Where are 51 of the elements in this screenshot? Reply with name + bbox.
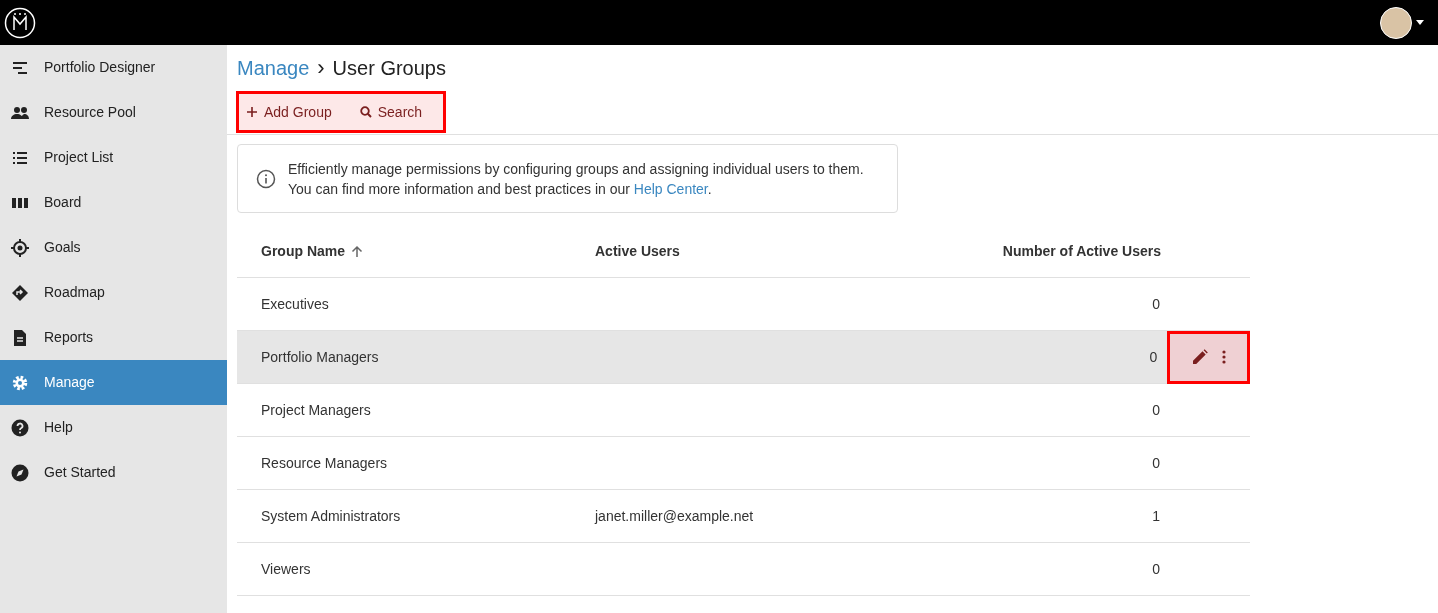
- table-cell-text: 1: [1152, 506, 1160, 526]
- page-title: User Groups: [332, 55, 446, 81]
- breadcrumb-separator: ›: [317, 54, 325, 82]
- search-icon: [359, 106, 372, 118]
- edit-icon[interactable]: [1191, 349, 1208, 365]
- table-row[interactable]: Viewers 0: [237, 543, 1250, 596]
- table-cell: Viewers: [261, 560, 311, 577]
- column-header[interactable]: Group Name: [261, 240, 345, 262]
- table-row[interactable]: Portfolio Managers 0: [237, 331, 1250, 384]
- caret-icon[interactable]: [1416, 20, 1424, 25]
- table-row[interactable]: Project Managers 0: [237, 384, 1250, 437]
- table-cell: Resource Managers: [261, 454, 388, 471]
- more-options-icon[interactable]: [1221, 350, 1226, 364]
- table-row[interactable]: System Administrators janet.miller@example.net 1: [237, 490, 1250, 543]
- compass-icon: [10, 462, 30, 483]
- sidebar-item[interactable]: Portfolio Designer: [0, 45, 227, 90]
- diamond-arrow-icon: [10, 282, 30, 303]
- table-cell: Portfolio Managers: [261, 348, 379, 365]
- table-cell: Executives: [261, 295, 329, 312]
- sidebar-item[interactable]: Help: [0, 405, 227, 450]
- logo-icon[interactable]: [4, 6, 36, 39]
- target-icon: [10, 237, 30, 258]
- help-icon: [10, 417, 30, 438]
- table-cell-text: 0: [1152, 559, 1160, 579]
- breadcrumb-link[interactable]: Manage: [237, 52, 310, 83]
- sidebar-item[interactable]: Roadmap: [0, 270, 227, 315]
- table-cell-text: 0: [1152, 400, 1160, 420]
- table-cell-text: 0: [1152, 294, 1160, 314]
- column-header[interactable]: Active Users: [595, 240, 680, 262]
- help-center-link[interactable]: Help Center: [633, 180, 708, 197]
- toolbar-button[interactable]: Search: [355, 96, 427, 128]
- table-cell-text: 0: [1149, 347, 1158, 367]
- table-cell: System Administrators: [261, 507, 401, 524]
- table-cell: janet.miller@example.net: [595, 507, 754, 524]
- table-cell: Project Managers: [261, 401, 371, 418]
- toolbar-button[interactable]: Add Group: [242, 96, 336, 128]
- sidebar-item[interactable]: Project List: [0, 135, 227, 180]
- sidebar-item[interactable]: Manage: [0, 360, 227, 405]
- info-icon: [256, 168, 276, 189]
- plus-icon: [246, 106, 258, 118]
- table-row[interactable]: Resource Managers 0: [237, 437, 1250, 490]
- sidebar-item[interactable]: Reports: [0, 315, 227, 360]
- sidebar-item[interactable]: Board: [0, 180, 227, 225]
- table-cell-text: 0: [1152, 453, 1160, 473]
- avatar[interactable]: [1380, 6, 1412, 39]
- sidebar-item[interactable]: Get Started: [0, 450, 227, 495]
- sidebar-item[interactable]: Resource Pool: [0, 90, 227, 135]
- sidebar-item[interactable]: Goals: [0, 225, 227, 270]
- column-header[interactable]: Number of Active Users: [1002, 240, 1161, 262]
- info-text: Efficiently manage permissions by configuring groups and assigning individual users to them. You can find more information and best practices in our Help Center.: [288, 159, 864, 199]
- sort-arrow-icon[interactable]: [351, 244, 363, 258]
